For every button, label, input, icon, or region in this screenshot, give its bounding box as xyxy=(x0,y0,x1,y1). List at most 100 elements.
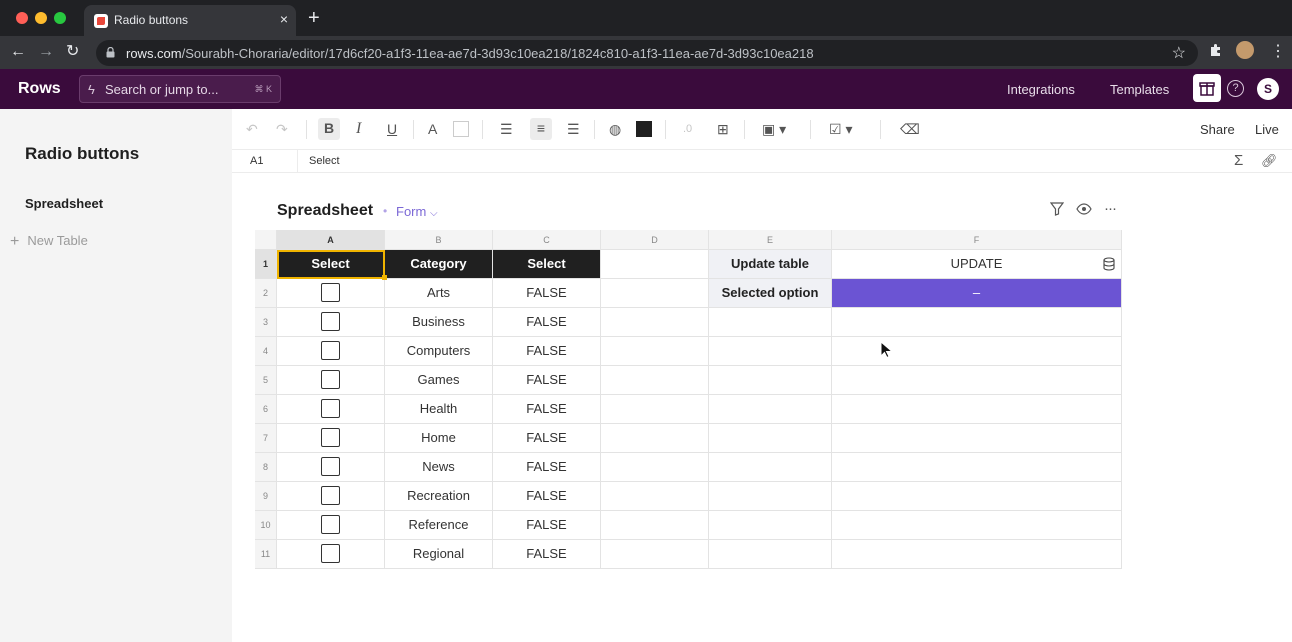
back-arrow-icon[interactable]: ← xyxy=(10,42,26,62)
cell-f3[interactable] xyxy=(832,308,1122,337)
cell-d7[interactable] xyxy=(601,424,709,453)
new-tab-button[interactable]: + xyxy=(308,8,320,28)
cell-c8[interactable]: FALSE xyxy=(493,453,601,482)
cell-f7[interactable] xyxy=(832,424,1122,453)
address-bar[interactable]: rows.com/Sourabh-Choraria/editor/17d6cf2… xyxy=(96,40,1198,66)
cell-b2[interactable]: Arts xyxy=(385,279,493,308)
cell-a3[interactable] xyxy=(277,308,385,337)
cell-d4[interactable] xyxy=(601,337,709,366)
browser-tab[interactable]: Radio buttons × xyxy=(84,5,296,36)
cell-d3[interactable] xyxy=(601,308,709,337)
cell-b5[interactable]: Games xyxy=(385,366,493,395)
cell-f6[interactable] xyxy=(832,395,1122,424)
bold-icon[interactable]: B xyxy=(318,118,340,140)
checkbox[interactable] xyxy=(321,428,340,448)
cell-b8[interactable]: News xyxy=(385,453,493,482)
cell-a1[interactable]: Select xyxy=(277,250,385,279)
cell-e2[interactable]: Selected option xyxy=(709,279,832,308)
link-icon[interactable]: 🔗︎ xyxy=(1261,153,1278,169)
align-center-icon[interactable]: ≡ xyxy=(530,118,552,140)
cell-d1[interactable] xyxy=(601,250,709,279)
cell-f8[interactable] xyxy=(832,453,1122,482)
column-header-a[interactable]: A xyxy=(277,230,385,250)
merge-icon[interactable]: ⊞ xyxy=(717,119,729,139)
eye-icon[interactable] xyxy=(1076,203,1092,215)
cell-a9[interactable] xyxy=(277,482,385,511)
database-icon[interactable] xyxy=(1102,257,1116,271)
cell-e8[interactable] xyxy=(709,453,832,482)
column-header-b[interactable]: B xyxy=(385,230,493,250)
cell-e11[interactable] xyxy=(709,540,832,569)
more-options-icon[interactable]: ··· xyxy=(1104,200,1117,217)
cell-a6[interactable] xyxy=(277,395,385,424)
checkbox[interactable] xyxy=(321,544,340,564)
cell-e6[interactable] xyxy=(709,395,832,424)
cell-a5[interactable] xyxy=(277,366,385,395)
cell-e7[interactable] xyxy=(709,424,832,453)
help-icon[interactable]: ? xyxy=(1227,80,1244,97)
checkbox[interactable] xyxy=(321,399,340,419)
text-color-icon[interactable]: A xyxy=(428,119,437,139)
rows-logo[interactable]: Rows xyxy=(18,80,61,98)
maximize-window-button[interactable] xyxy=(54,12,66,24)
cell-d2[interactable] xyxy=(601,279,709,308)
cell-a8[interactable] xyxy=(277,453,385,482)
browser-menu-icon[interactable]: ⋮ xyxy=(1270,41,1286,61)
row-header[interactable]: 10 xyxy=(255,511,277,540)
close-window-button[interactable] xyxy=(16,12,28,24)
checkbox-type-icon[interactable]: ☑ ▾ xyxy=(829,119,852,139)
align-left-icon[interactable]: ☰ xyxy=(500,119,513,139)
document-title[interactable]: Radio buttons xyxy=(25,144,139,164)
cell-a2[interactable] xyxy=(277,279,385,308)
gift-button[interactable] xyxy=(1193,74,1221,102)
integrations-link[interactable]: Integrations xyxy=(1007,82,1075,97)
cell-c3[interactable]: FALSE xyxy=(493,308,601,337)
live-button[interactable]: Live xyxy=(1255,122,1279,137)
cell-d6[interactable] xyxy=(601,395,709,424)
cell-f11[interactable] xyxy=(832,540,1122,569)
cell-a4[interactable] xyxy=(277,337,385,366)
fill-handle[interactable] xyxy=(382,275,387,280)
row-header[interactable]: 11 xyxy=(255,540,277,569)
underline-icon[interactable]: U xyxy=(387,119,397,139)
forward-arrow-icon[interactable]: → xyxy=(38,42,54,62)
bookmark-star-icon[interactable]: ☆ xyxy=(1172,43,1186,63)
sidebar-item-spreadsheet[interactable]: Spreadsheet xyxy=(25,196,103,211)
cell-c4[interactable]: FALSE xyxy=(493,337,601,366)
user-avatar[interactable]: S xyxy=(1257,78,1279,100)
cell-c6[interactable]: FALSE xyxy=(493,395,601,424)
column-header-d[interactable]: D xyxy=(601,230,709,250)
row-header[interactable]: 6 xyxy=(255,395,277,424)
browser-profile-avatar[interactable] xyxy=(1236,41,1254,59)
cell-c1[interactable]: Select xyxy=(493,250,601,279)
cell-f2[interactable]: – xyxy=(832,279,1122,308)
cell-c10[interactable]: FALSE xyxy=(493,511,601,540)
row-header[interactable]: 2 xyxy=(255,279,277,308)
checkbox[interactable] xyxy=(321,341,340,361)
view-dropdown[interactable]: Form ⌵ xyxy=(396,204,438,219)
search-input[interactable]: ϟ Search or jump to... ⌘ K xyxy=(79,75,281,103)
cell-c11[interactable]: FALSE xyxy=(493,540,601,569)
cell-b9[interactable]: Recreation xyxy=(385,482,493,511)
new-table-button[interactable]: + New Table xyxy=(10,233,88,251)
cell-c2[interactable]: FALSE xyxy=(493,279,601,308)
cell-a11[interactable] xyxy=(277,540,385,569)
minimize-window-button[interactable] xyxy=(35,12,47,24)
decimal-icon[interactable]: .0 xyxy=(683,119,692,139)
formula-input[interactable]: Select xyxy=(309,155,340,167)
cell-b10[interactable]: Reference xyxy=(385,511,493,540)
cell-b6[interactable]: Health xyxy=(385,395,493,424)
checkbox[interactable] xyxy=(321,283,340,303)
cell-b4[interactable]: Computers xyxy=(385,337,493,366)
reload-icon[interactable]: ↻ xyxy=(66,42,79,62)
cell-c5[interactable]: FALSE xyxy=(493,366,601,395)
row-header[interactable]: 4 xyxy=(255,337,277,366)
palette-icon[interactable]: ◍ xyxy=(609,119,621,139)
row-header[interactable]: 8 xyxy=(255,453,277,482)
cell-c7[interactable]: FALSE xyxy=(493,424,601,453)
cell-e4[interactable] xyxy=(709,337,832,366)
cell-f1[interactable]: UPDATE xyxy=(832,250,1122,279)
templates-link[interactable]: Templates xyxy=(1110,82,1169,97)
cell-b11[interactable]: Regional xyxy=(385,540,493,569)
cell-c9[interactable]: FALSE xyxy=(493,482,601,511)
